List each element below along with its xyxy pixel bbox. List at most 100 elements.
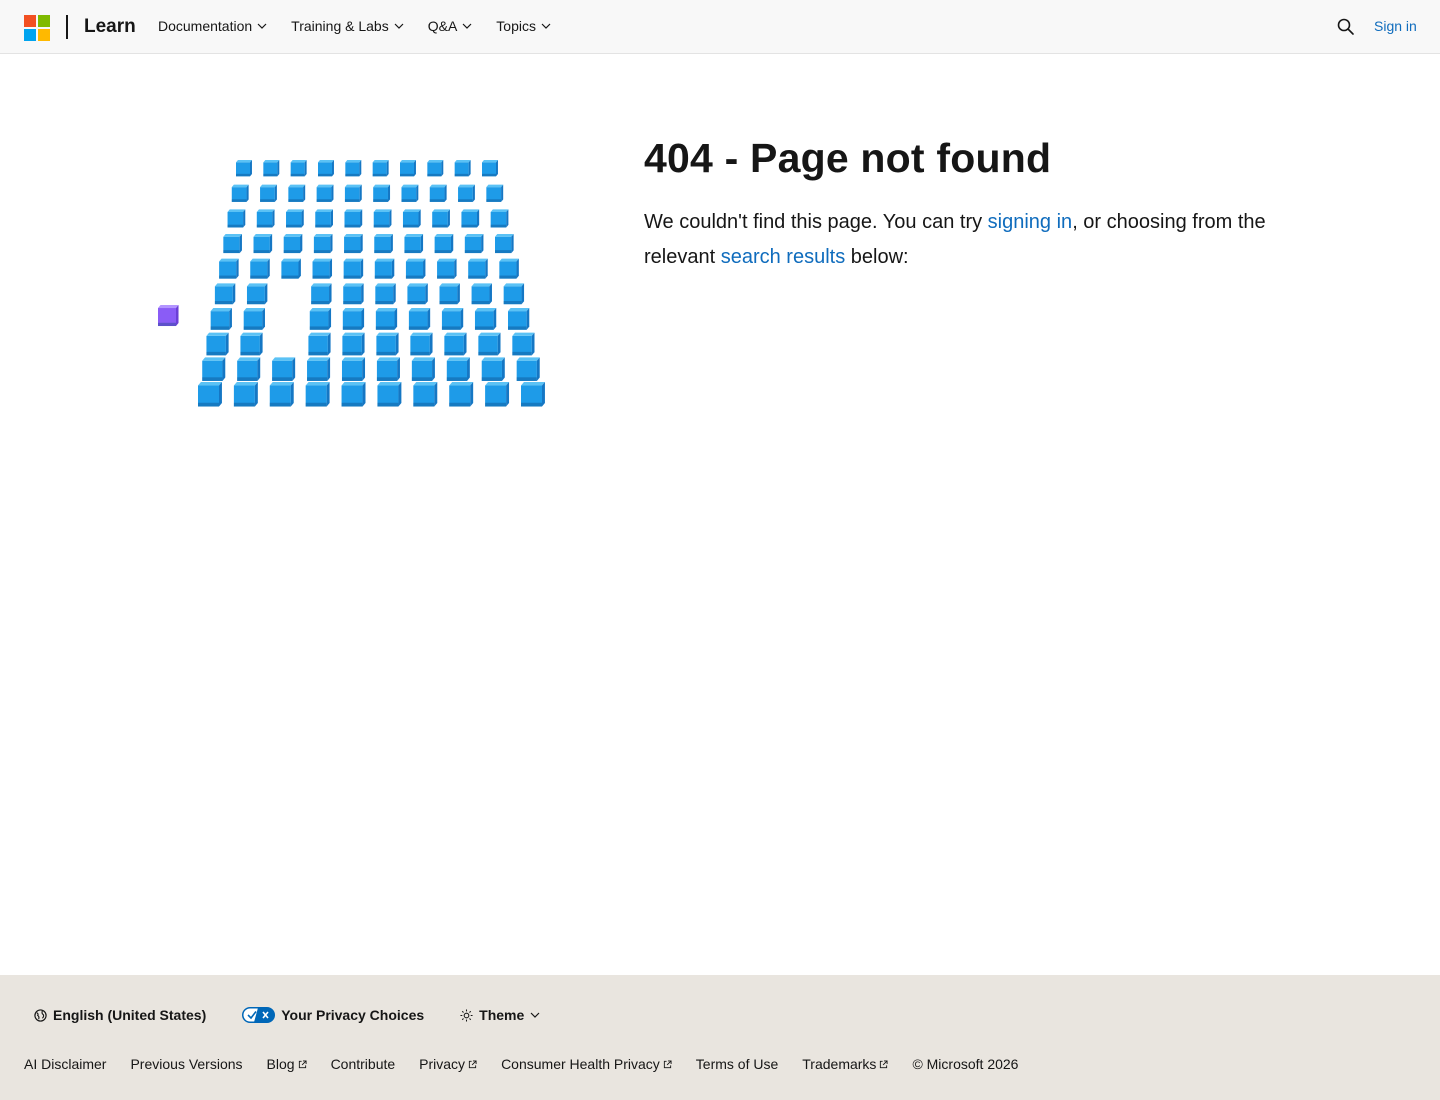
search-icon[interactable] <box>1336 17 1356 37</box>
cube <box>461 209 480 228</box>
header-divider <box>66 15 68 39</box>
footer: English (United States) Your Privacy Cho… <box>0 975 1440 1100</box>
cube <box>410 332 433 356</box>
copyright-text: © Microsoft 2026 <box>912 1056 1019 1072</box>
footer-link-label: Contribute <box>330 1056 396 1072</box>
cube <box>308 332 331 356</box>
cube <box>256 209 275 228</box>
cube <box>345 160 362 177</box>
message-text-1: We couldn't find this page. You can try <box>644 211 988 233</box>
top-header: Learn Documentation Training & Labs Q&A … <box>0 0 1440 54</box>
cube <box>441 308 464 330</box>
cube <box>407 283 428 305</box>
nav-topics[interactable]: Topics <box>496 18 551 34</box>
nav-documentation-label: Documentation <box>158 18 253 34</box>
footer-link-ai-disclaimer[interactable]: AI Disclaimer <box>24 1056 106 1072</box>
cube <box>405 258 426 279</box>
footer-link-contribute[interactable]: Contribute <box>331 1056 396 1072</box>
cube <box>373 184 391 202</box>
nav-documentation[interactable]: Documentation <box>158 18 267 34</box>
cube <box>486 184 504 202</box>
language-selector[interactable]: English (United States) <box>34 1007 206 1023</box>
cube <box>404 234 424 254</box>
cube <box>482 160 498 177</box>
cube <box>402 209 421 228</box>
privacy-choices-link[interactable]: Your Privacy Choices <box>242 1007 424 1023</box>
main-nav: Documentation Training & Labs Q&A Topics <box>158 18 575 34</box>
language-label: English (United States) <box>53 1007 207 1023</box>
signing-in-link[interactable]: signing in <box>988 211 1073 233</box>
sign-in-link[interactable]: Sign in <box>1374 18 1417 34</box>
cube <box>376 332 399 356</box>
cube <box>481 357 505 381</box>
cube <box>490 209 509 228</box>
cube <box>464 234 484 254</box>
external-link-icon <box>880 1059 888 1068</box>
cube <box>495 234 514 254</box>
cube <box>311 283 332 305</box>
brand-learn-link[interactable]: Learn <box>84 16 136 38</box>
cube <box>437 258 457 279</box>
footer-link-consumer-health-privacy[interactable]: Consumer Health Privacy <box>501 1056 672 1072</box>
cube <box>344 184 362 202</box>
cube <box>434 234 454 254</box>
cube <box>246 283 268 305</box>
cube <box>286 209 304 228</box>
message-text-3: below: <box>845 246 909 268</box>
cube <box>516 357 540 381</box>
footer-link-label: AI Disclaimer <box>24 1056 107 1072</box>
cube <box>309 308 332 330</box>
search-results-link[interactable]: search results <box>721 246 846 268</box>
footer-link-previous-versions[interactable]: Previous Versions <box>130 1056 242 1072</box>
cube <box>458 184 475 202</box>
cube <box>198 382 222 407</box>
microsoft-logo[interactable] <box>24 15 50 41</box>
cube <box>478 332 501 356</box>
cube <box>439 283 460 305</box>
cube <box>372 160 389 177</box>
external-link-icon <box>468 1059 477 1068</box>
footer-link-privacy[interactable]: Privacy <box>419 1056 477 1072</box>
cube <box>512 332 535 356</box>
cube <box>508 308 530 330</box>
cube <box>243 308 265 330</box>
cube <box>206 332 229 356</box>
cube <box>468 258 488 279</box>
footer-link-trademarks[interactable]: Trademarks <box>802 1056 888 1072</box>
cube <box>449 382 474 407</box>
cube <box>240 332 263 356</box>
cube <box>342 308 365 330</box>
external-link-icon <box>663 1059 672 1068</box>
cube <box>376 357 400 381</box>
nav-topics-label: Topics <box>496 18 536 34</box>
cube <box>307 357 331 381</box>
cube <box>231 184 249 202</box>
cube <box>408 308 431 330</box>
footer-link-terms-of-use[interactable]: Terms of Use <box>696 1056 778 1072</box>
privacy-toggle-icon <box>242 1007 276 1023</box>
cube <box>411 357 435 381</box>
cube <box>341 357 366 381</box>
cube <box>202 357 226 381</box>
cube <box>521 382 545 407</box>
footer-link-blog[interactable]: Blog <box>267 1056 307 1072</box>
nav-training-labs[interactable]: Training & Labs <box>291 18 404 34</box>
nav-qa[interactable]: Q&A <box>428 18 473 34</box>
cube <box>374 258 395 279</box>
logo-square-yellow <box>38 29 50 41</box>
nav-qa-label: Q&A <box>427 18 458 34</box>
cube <box>214 283 236 305</box>
logo-square-red <box>24 15 36 27</box>
cube <box>315 209 333 228</box>
cube <box>427 160 444 177</box>
cube <box>341 382 366 407</box>
cube <box>499 258 519 279</box>
cube <box>375 308 398 330</box>
cube <box>344 209 363 228</box>
cube <box>219 258 239 279</box>
cube <box>236 160 252 177</box>
cube <box>210 308 232 330</box>
cube <box>471 283 492 305</box>
cube <box>503 283 525 305</box>
theme-selector[interactable]: Theme <box>460 1007 540 1023</box>
